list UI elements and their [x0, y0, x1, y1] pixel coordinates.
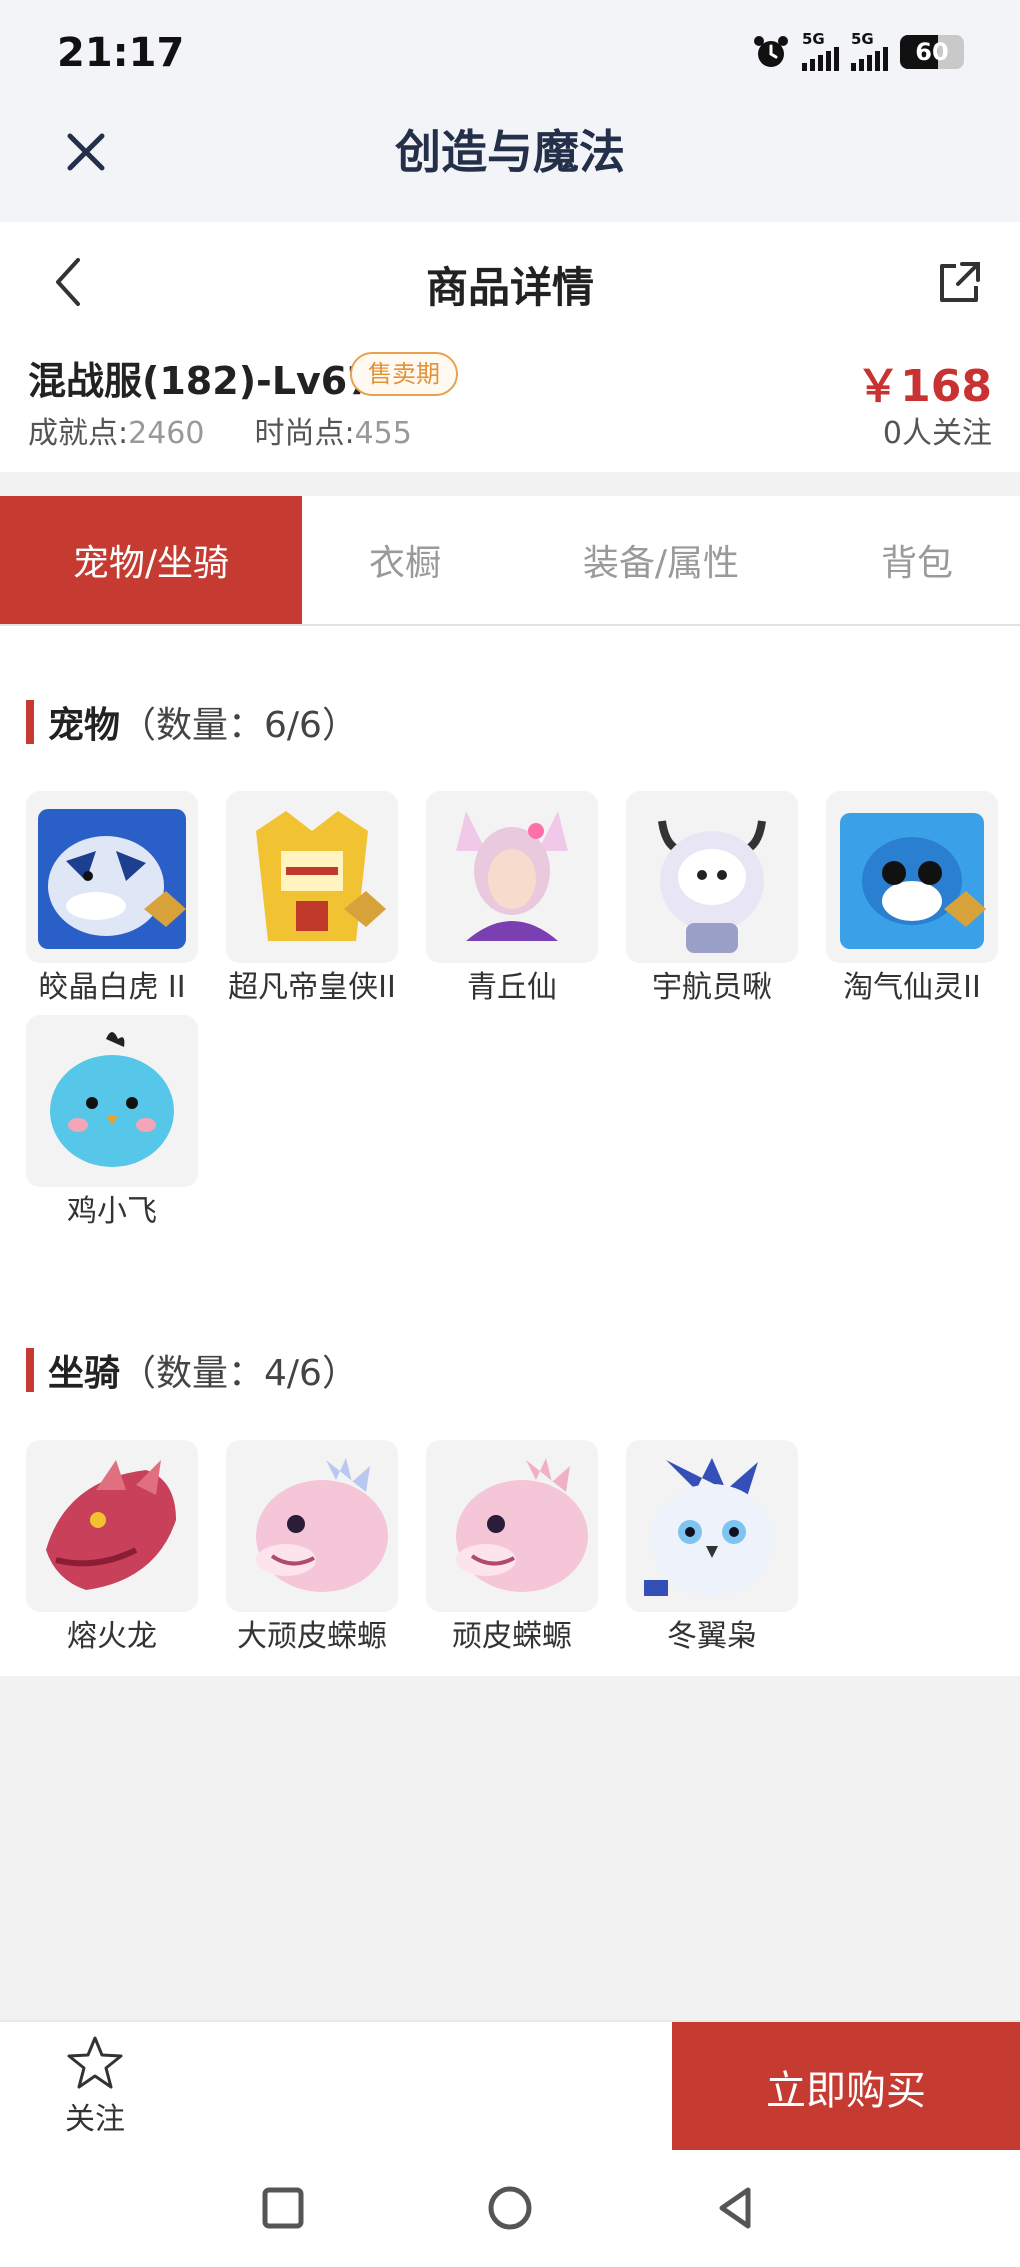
astronaut-icon — [658, 820, 766, 953]
home-icon[interactable] — [480, 2178, 540, 2238]
top-area: 21:17 5G 5G 60 创造与魔法 — [0, 0, 1020, 222]
achievement-label: 成就点: — [28, 416, 129, 451]
fox-fairy-icon — [456, 811, 568, 941]
star-icon — [67, 2036, 123, 2089]
blue-chick-icon — [50, 1032, 174, 1167]
follower-count: 0人关注 — [882, 416, 992, 451]
mounts-section-title: 坐骑 （数量：4/6） — [26, 1344, 358, 1396]
system-navigation-bar — [0, 2150, 1020, 2267]
signal-5g-2: 5G — [851, 32, 888, 71]
pet-item[interactable]: 皎晶白虎 II — [26, 791, 198, 1007]
product-detail-card: 商品详情 混战服(182)-Lv67 售卖期 ￥168 成就点:2460 时尚点:… — [0, 222, 1020, 472]
back-icon[interactable] — [706, 2178, 766, 2238]
app-title: 创造与魔法 — [395, 125, 625, 179]
detail-nav: 商品详情 — [0, 222, 1020, 347]
recent-apps-icon[interactable] — [253, 2178, 313, 2238]
status-icons: 5G 5G 60 — [752, 32, 964, 71]
pets-section-title: 宠物 （数量：6/6） — [26, 696, 358, 748]
tab-content: 宠物 （数量：6/6） 皎晶白虎 II 超凡帝皇侠II 青丘仙 宇航员啾 淘气仙… — [0, 626, 1020, 1676]
status-bar: 21:17 5G 5G 60 — [0, 0, 1020, 110]
battery-level: 60 — [915, 37, 949, 66]
pet-item[interactable]: 宇航员啾 — [626, 791, 798, 1007]
fire-dragon-icon — [46, 1460, 176, 1590]
page-title: 商品详情 — [425, 263, 594, 312]
white-tiger-icon — [38, 809, 186, 949]
share-icon[interactable] — [934, 258, 984, 308]
pink-axolotl-icon — [456, 1458, 588, 1592]
mount-item[interactable]: 冬翼枭 — [626, 1440, 798, 1656]
mount-item[interactable]: 大顽皮蝾螈 — [226, 1440, 398, 1656]
battery-icon: 60 — [900, 34, 964, 69]
golden-hero-icon — [256, 811, 386, 941]
price: ￥168 — [856, 361, 992, 412]
buy-now-button[interactable]: 立即购买 — [672, 2022, 1020, 2152]
tab-wardrobe[interactable]: 衣橱 — [302, 496, 508, 624]
category-tabs: 宠物/坐骑 衣橱 装备/属性 背包 — [0, 496, 1020, 626]
tab-backpack[interactable]: 背包 — [814, 496, 1020, 624]
fashion-value: 455 — [354, 416, 412, 451]
tab-equipment[interactable]: 装备/属性 — [508, 496, 814, 624]
pet-item[interactable]: 鸡小飞 — [26, 1015, 198, 1231]
pink-axolotl-icon — [256, 1458, 388, 1592]
pet-item[interactable]: 淘气仙灵II — [826, 791, 998, 1007]
status-badge: 售卖期 — [350, 352, 458, 396]
mounts-grid: 熔火龙 大顽皮蝾螈 顽皮蝾螈 冬翼枭 — [26, 1440, 1006, 1656]
signal-5g-1: 5G — [802, 32, 839, 71]
status-time: 21:17 — [57, 30, 185, 76]
winter-owl-icon — [644, 1458, 774, 1596]
follow-button[interactable]: 关注 — [40, 2034, 150, 2144]
pet-item[interactable]: 青丘仙 — [426, 791, 598, 1007]
alarm-icon — [754, 35, 788, 67]
tab-pets-mounts[interactable]: 宠物/坐骑 — [0, 496, 302, 624]
app-bar: 创造与魔法 — [0, 110, 1020, 222]
mount-item[interactable]: 顽皮蝾螈 — [426, 1440, 598, 1656]
pet-item[interactable]: 超凡帝皇侠II — [226, 791, 398, 1007]
pets-grid: 皎晶白虎 II 超凡帝皇侠II 青丘仙 宇航员啾 淘气仙灵II 鸡小飞 — [26, 791, 1006, 1231]
blue-dog-icon — [840, 813, 986, 949]
signal-bars-icon — [802, 47, 839, 71]
product-stats: 成就点:2460 时尚点:455 — [28, 408, 412, 452]
product-name: 混战服(182)-Lv67 — [28, 359, 374, 403]
bottom-action-bar: 关注 立即购买 — [0, 2020, 1020, 2152]
signal-bars-icon — [851, 47, 888, 71]
mount-item[interactable]: 熔火龙 — [26, 1440, 198, 1656]
fashion-label: 时尚点: — [254, 416, 355, 451]
achievement-value: 2460 — [128, 416, 205, 451]
